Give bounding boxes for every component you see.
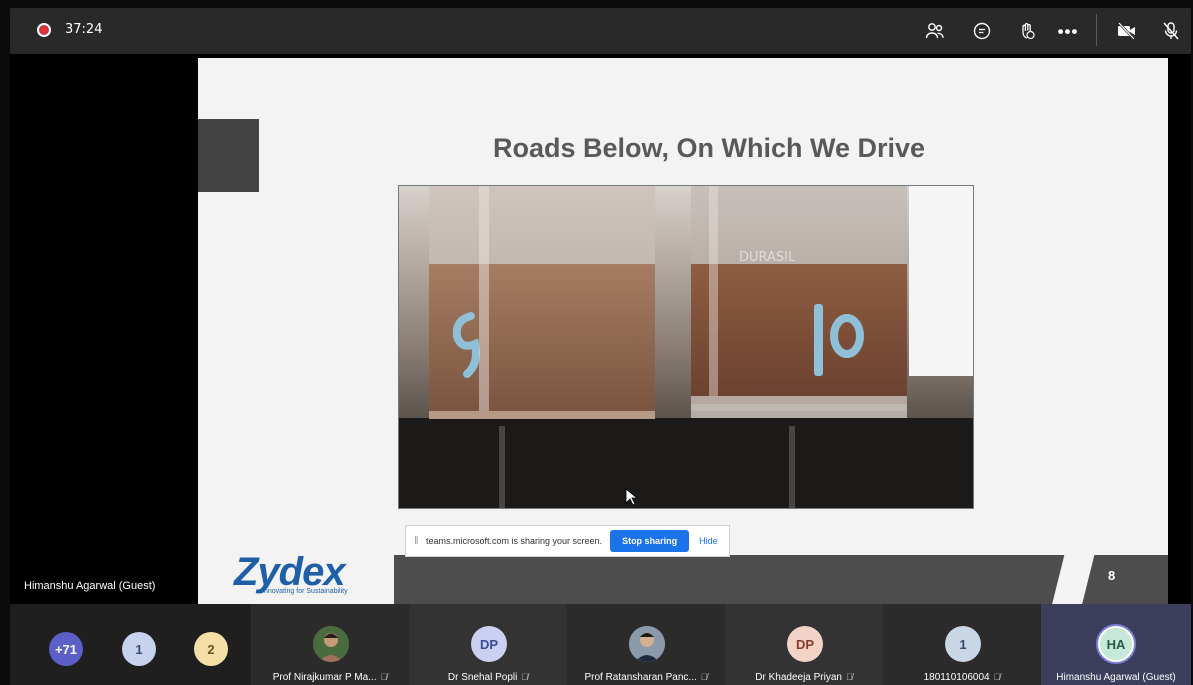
shared-screen-stage: Roads Below, On Which We Drive DURASIL 8…: [10, 54, 1191, 606]
participant-tile[interactable]: Prof Nirajkumar P Ma... 🎙̸: [251, 604, 409, 685]
soil-samples-photo: DURASIL: [398, 185, 974, 509]
avatar: HA: [1098, 626, 1134, 662]
participant-name: Dr Snehal Popli 🎙̸: [447, 672, 529, 683]
mic-off-icon: 🎙̸: [521, 672, 529, 682]
zydex-logo-tagline: Innovating for Sustainability: [262, 588, 348, 595]
screen-sharing-notice: ‖ teams.microsoft.com is sharing your sc…: [405, 525, 730, 557]
avatar: [629, 626, 665, 662]
teams-meeting-window: 37:24 ••• Roads Below, On Which We Drive: [0, 0, 1193, 685]
hide-button[interactable]: Hide: [699, 536, 718, 546]
svg-text:DURASIL: DURASIL: [739, 250, 796, 265]
participant-strip: +71 1 2 Prof Nirajkumar P Ma... 🎙̸ DP Dr …: [10, 604, 1191, 685]
participant-tile[interactable]: DP Dr Khadeeja Priyan 🎙̸: [725, 604, 883, 685]
sharing-message: teams.microsoft.com is sharing your scre…: [426, 536, 603, 546]
slide-page-number: 8: [1108, 568, 1116, 583]
participant-tile[interactable]: DP Dr Snehal Popli 🎙̸: [409, 604, 567, 685]
more-icon[interactable]: •••: [1054, 17, 1082, 45]
participant-name: Prof Ratansharan Panc... 🎙̸: [584, 672, 708, 683]
slide-footer-bar: [394, 555, 1168, 606]
participant-tile[interactable]: Prof Ratansharan Panc... 🎙̸: [567, 604, 725, 685]
meeting-toolbar: 37:24 •••: [10, 8, 1191, 54]
participant-tile-self[interactable]: HA Himanshu Agarwal (Guest): [1041, 604, 1191, 685]
slide-title: Roads Below, On Which We Drive: [492, 133, 926, 163]
mic-off-icon: 🎙̸: [380, 672, 388, 682]
participant-bubble[interactable]: 2: [194, 632, 228, 666]
overflow-participants-bubble[interactable]: +71: [49, 632, 83, 666]
stop-sharing-button[interactable]: Stop sharing: [610, 530, 690, 552]
toolbar-divider: [1096, 14, 1097, 46]
avatar: DP: [471, 626, 507, 662]
participant-bubble[interactable]: 1: [122, 632, 156, 666]
participant-name: 180110106004 🎙̸: [923, 672, 1001, 683]
participant-name: Dr Khadeeja Priyan 🎙̸: [755, 672, 853, 683]
presenter-name: Himanshu Agarwal (Guest): [24, 580, 156, 592]
mic-off-icon: 🎙̸: [700, 672, 708, 682]
presentation-slide: Roads Below, On Which We Drive DURASIL 8…: [198, 58, 1168, 606]
people-icon[interactable]: [921, 17, 949, 45]
mic-off-icon: 🎙̸: [993, 672, 1001, 682]
mic-off-icon[interactable]: [1157, 17, 1185, 45]
participant-tile[interactable]: 1 180110106004 🎙̸: [883, 604, 1041, 685]
avatar: DP: [787, 626, 823, 662]
raise-hand-icon[interactable]: [1013, 17, 1041, 45]
zydex-logo-text: Zydex: [234, 550, 346, 594]
meeting-timer: 37:24: [65, 22, 103, 37]
zydex-logo: Zydex Innovating for Sustainability: [234, 552, 348, 595]
avatar: 1: [945, 626, 981, 662]
avatar: [313, 626, 349, 662]
recording-icon: [37, 23, 51, 37]
participant-name: Himanshu Agarwal (Guest): [1056, 672, 1176, 683]
drag-handle-icon[interactable]: ‖: [414, 535, 424, 547]
mic-off-icon: 🎙̸: [845, 672, 853, 682]
participant-name: Prof Nirajkumar P Ma... 🎙̸: [272, 672, 388, 683]
chat-icon[interactable]: [968, 17, 996, 45]
camera-off-icon[interactable]: [1113, 17, 1141, 45]
